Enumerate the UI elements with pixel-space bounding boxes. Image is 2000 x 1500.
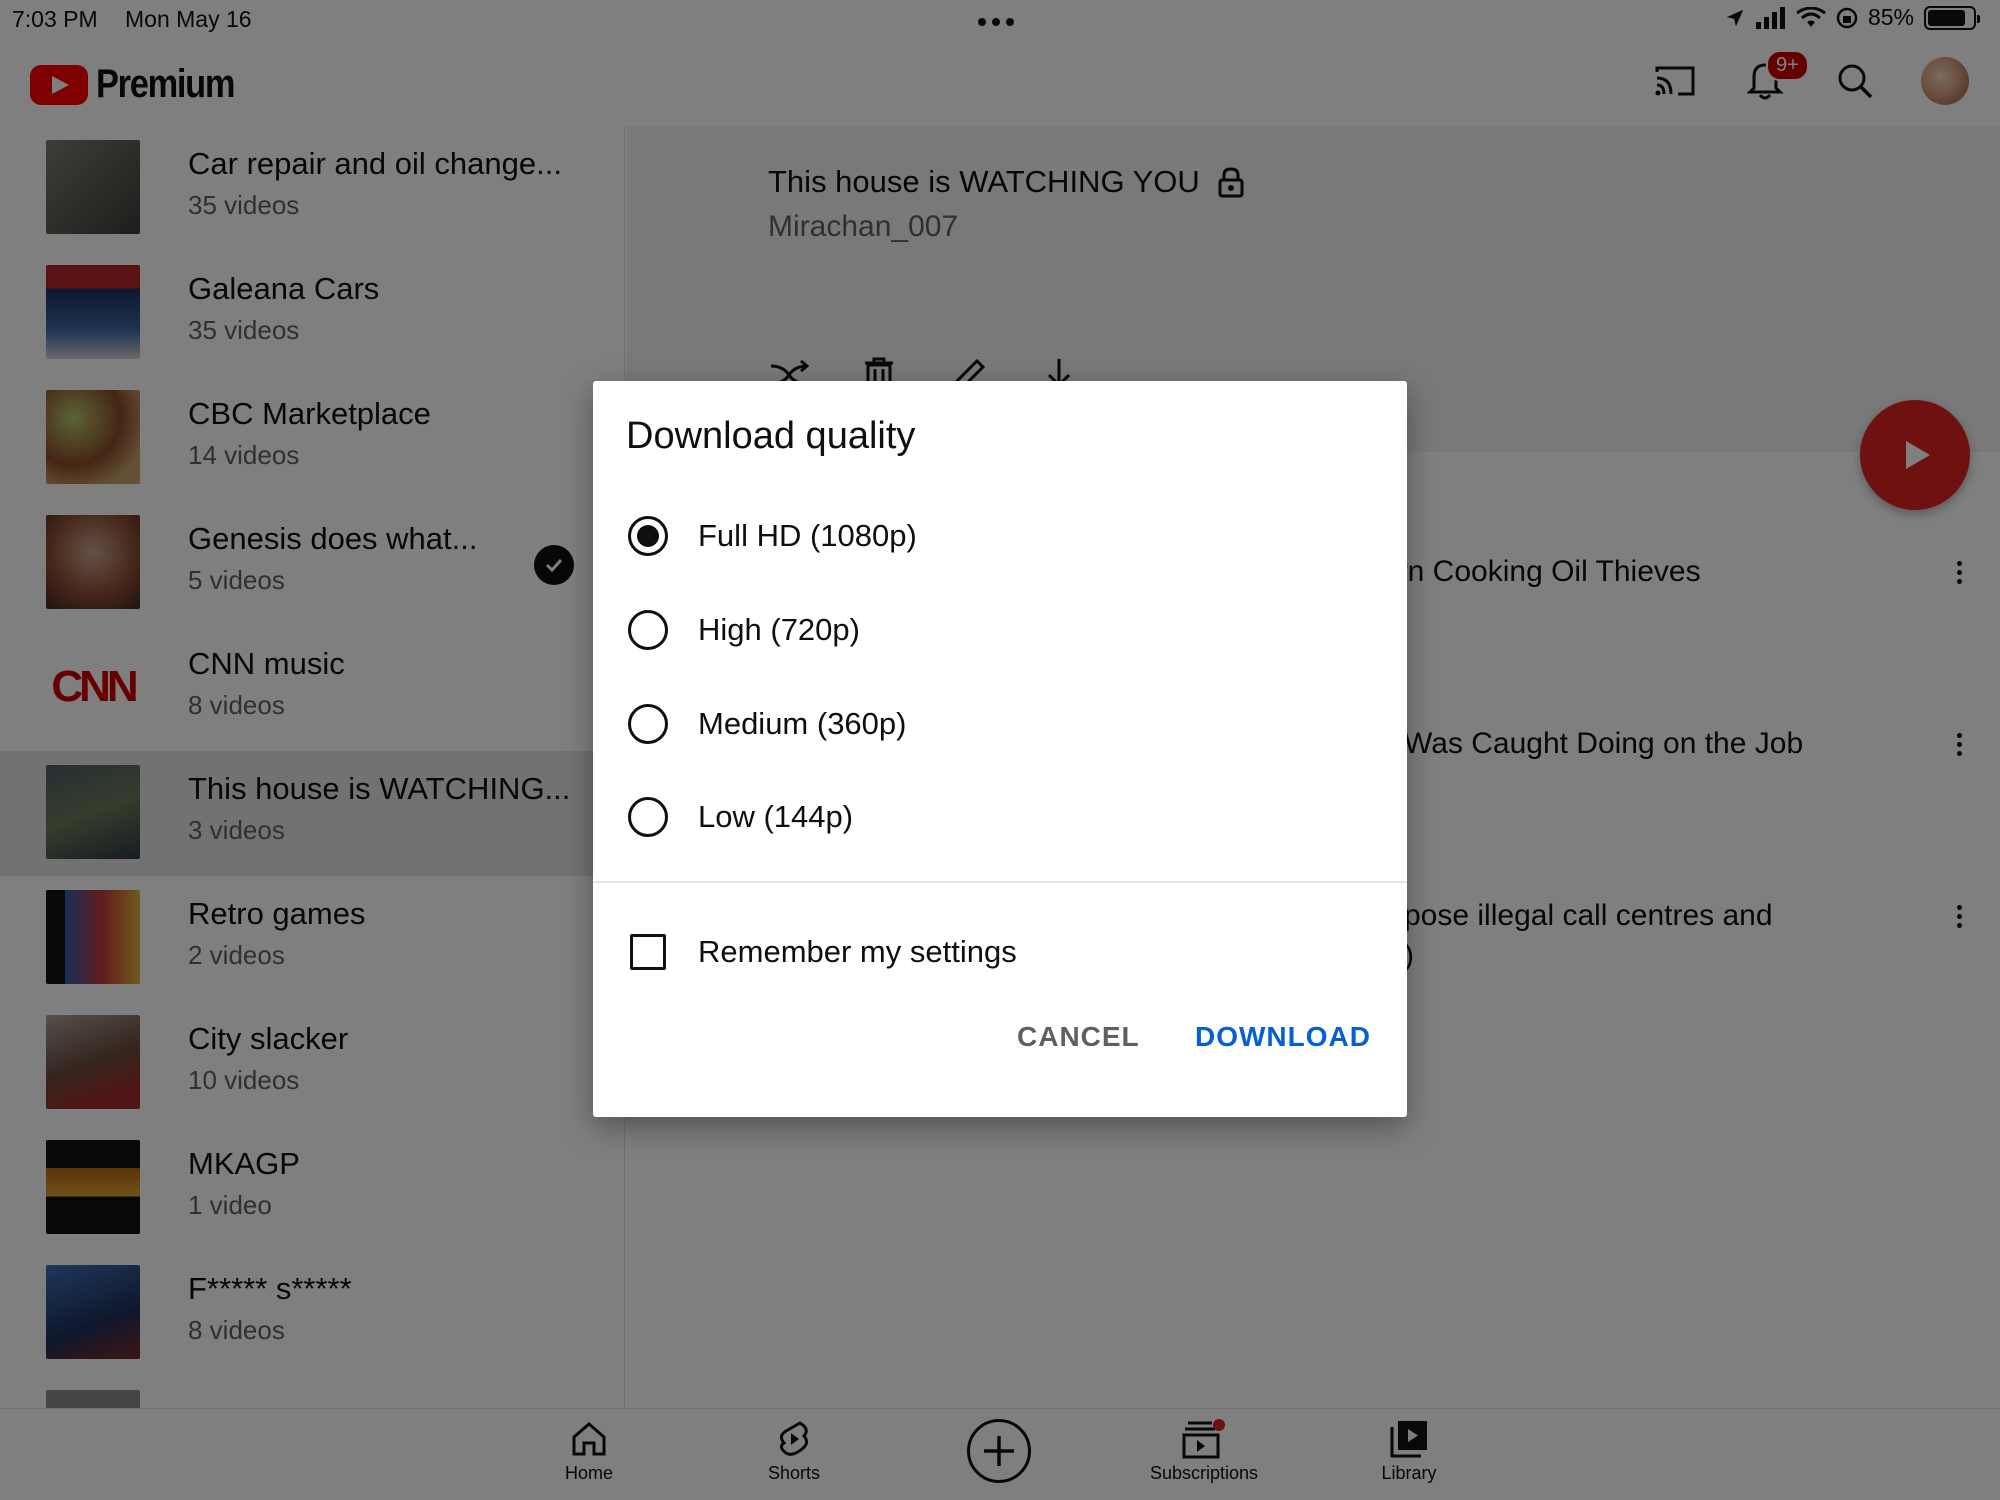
quality-option-720p[interactable]: High (720p)	[626, 595, 1366, 665]
radio-button[interactable]	[628, 610, 668, 650]
remember-settings-checkbox[interactable]	[630, 934, 666, 970]
dialog-title: Download quality	[626, 415, 916, 457]
quality-option-144p[interactable]: Low (144p)	[626, 782, 1366, 852]
quality-option-label: Full HD (1080p)	[698, 518, 917, 553]
download-quality-dialog: Download quality Full HD (1080p) High (7…	[593, 381, 1407, 1117]
radio-button[interactable]	[628, 704, 668, 744]
quality-option-label: High (720p)	[698, 612, 860, 647]
dialog-divider	[593, 881, 1407, 883]
radio-button[interactable]	[628, 797, 668, 837]
quality-option-1080p[interactable]: Full HD (1080p)	[626, 501, 1366, 571]
quality-option-label: Low (144p)	[698, 799, 854, 834]
radio-button-selected[interactable]	[628, 516, 668, 556]
cancel-button[interactable]: CANCEL	[1017, 1021, 1140, 1053]
remember-settings-row[interactable]: Remember my settings	[626, 917, 1017, 987]
remember-settings-label: Remember my settings	[698, 934, 1017, 969]
quality-option-label: Medium (360p)	[698, 706, 907, 741]
quality-option-360p[interactable]: Medium (360p)	[626, 689, 1366, 759]
download-confirm-button[interactable]: DOWNLOAD	[1195, 1021, 1371, 1053]
